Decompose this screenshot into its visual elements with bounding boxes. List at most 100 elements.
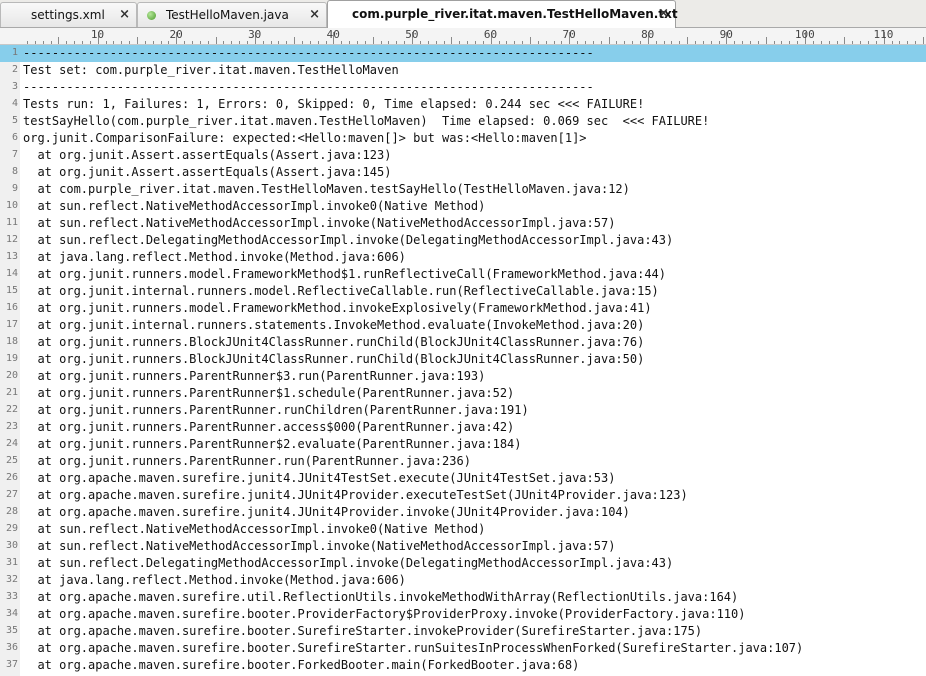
code-line[interactable]: 28 at org.apache.maven.surefire.junit4.J… bbox=[0, 504, 926, 521]
line-number: 34 bbox=[5, 608, 18, 619]
code-line[interactable]: 14 at org.junit.runners.model.FrameworkM… bbox=[0, 266, 926, 283]
code-line[interactable]: 12 at sun.reflect.DelegatingMethodAccess… bbox=[0, 232, 926, 249]
code-line[interactable]: 29 at sun.reflect.NativeMethodAccessorIm… bbox=[0, 521, 926, 538]
ruler-tick bbox=[207, 41, 209, 44]
code-line[interactable]: 9 at com.purple_river.itat.maven.TestHel… bbox=[0, 181, 926, 198]
ruler-tick bbox=[734, 41, 736, 44]
code-line[interactable]: 2 Test set: com.purple_river.itat.maven.T… bbox=[0, 62, 926, 79]
code-line[interactable]: 5 testSayHello(com.purple_river.itat.mave… bbox=[0, 113, 926, 130]
tab-settings-xml[interactable]: settings.xml × bbox=[0, 2, 137, 27]
line-number: 1 bbox=[11, 47, 18, 58]
ruler-tick bbox=[514, 41, 516, 44]
ruler-tick bbox=[860, 41, 862, 44]
tab-testhellomaven-txt[interactable]: com.purple_river.itat.maven.TestHelloMav… bbox=[327, 0, 678, 28]
ruler-tick bbox=[577, 41, 579, 44]
line-number: 19 bbox=[5, 353, 18, 364]
code-line[interactable]: 20 at org.junit.runners.ParentRunner$3.r… bbox=[0, 368, 926, 385]
line-text: at org.apache.maven.surefire.junit4.JUni… bbox=[23, 488, 688, 502]
line-number: 28 bbox=[5, 506, 18, 517]
code-line[interactable]: 22 at org.junit.runners.ParentRunner.run… bbox=[0, 402, 926, 419]
code-line[interactable]: 32 at java.lang.reflect.Method.invoke(Me… bbox=[0, 572, 926, 589]
ruler-tick bbox=[506, 41, 508, 44]
code-line[interactable]: 16 at org.junit.runners.model.FrameworkM… bbox=[0, 300, 926, 317]
line-text: at org.apache.maven.surefire.booter.Fork… bbox=[23, 658, 580, 672]
line-text: Test set: com.purple_river.itat.maven.Te… bbox=[23, 63, 399, 77]
line-text: at org.junit.runners.model.FrameworkMeth… bbox=[23, 301, 652, 315]
line-number: 18 bbox=[5, 336, 18, 347]
ruler-tick bbox=[42, 41, 44, 44]
ruler-tick bbox=[184, 41, 186, 44]
line-number: 4 bbox=[11, 98, 18, 109]
code-line[interactable]: 15 at org.junit.internal.runners.model.R… bbox=[0, 283, 926, 300]
code-line[interactable]: 27 at org.apache.maven.surefire.junit4.J… bbox=[0, 487, 926, 504]
code-line[interactable]: 35 at org.apache.maven.surefire.booter.S… bbox=[0, 623, 926, 640]
line-text: at org.apache.maven.surefire.junit4.JUni… bbox=[23, 505, 630, 519]
current-line[interactable]: 1 ---------------------------------------… bbox=[0, 45, 926, 62]
code-line[interactable]: 3 ---------------------------------------… bbox=[0, 79, 926, 96]
code-line[interactable]: 36 at org.apache.maven.surefire.booter.S… bbox=[0, 640, 926, 657]
ruler-tick bbox=[592, 41, 594, 44]
close-icon[interactable]: × bbox=[119, 7, 130, 22]
code-line[interactable]: 24 at org.junit.runners.ParentRunner$2.e… bbox=[0, 436, 926, 453]
line-text: at org.junit.runners.ParentRunner.runChi… bbox=[23, 403, 529, 417]
code-line[interactable]: 11 at sun.reflect.NativeMethodAccessorIm… bbox=[0, 215, 926, 232]
line-number: 30 bbox=[5, 540, 18, 551]
ruler-tick bbox=[341, 41, 343, 44]
ruler-tick bbox=[294, 37, 296, 44]
line-number: 23 bbox=[5, 421, 18, 432]
code-line[interactable]: 17 at org.junit.internal.runners.stateme… bbox=[0, 317, 926, 334]
code-line[interactable]: 25 at org.junit.runners.ParentRunner.run… bbox=[0, 453, 926, 470]
ruler-tick bbox=[820, 41, 822, 44]
line-number: 25 bbox=[5, 455, 18, 466]
ruler-tick bbox=[152, 41, 154, 44]
line-text: at org.junit.Assert.assertEquals(Assert.… bbox=[23, 165, 392, 179]
line-number: 27 bbox=[5, 489, 18, 500]
code-line[interactable]: 7 at org.junit.Assert.assertEquals(Asser… bbox=[0, 147, 926, 164]
code-line[interactable]: 26 at org.apache.maven.surefire.junit4.J… bbox=[0, 470, 926, 487]
ruler-tick bbox=[380, 41, 382, 44]
code-line[interactable]: 6 org.junit.ComparisonFailure: expected:<… bbox=[0, 130, 926, 147]
tab-label: com.purple_river.itat.maven.TestHelloMav… bbox=[352, 7, 678, 21]
ruler-tick bbox=[372, 37, 374, 44]
code-line[interactable]: 18 at org.junit.runners.BlockJUnit4Class… bbox=[0, 334, 926, 351]
close-icon[interactable]: × bbox=[309, 7, 320, 22]
ruler-tick bbox=[286, 41, 288, 44]
ruler-tick bbox=[404, 41, 406, 44]
code-line[interactable]: 33 at org.apache.maven.surefire.util.Ref… bbox=[0, 589, 926, 606]
code-line[interactable]: 34 at org.apache.maven.surefire.booter.P… bbox=[0, 606, 926, 623]
ruler-tick bbox=[113, 41, 115, 44]
code-line[interactable]: 30 at sun.reflect.NativeMethodAccessorIm… bbox=[0, 538, 926, 555]
line-number: 35 bbox=[5, 625, 18, 636]
ruler-tick bbox=[702, 41, 704, 44]
ruler-tick bbox=[655, 41, 657, 44]
code-line[interactable]: 37 at org.apache.maven.surefire.booter.F… bbox=[0, 657, 926, 674]
ruler-label: 100 bbox=[794, 28, 815, 41]
line-text: at org.junit.internal.runners.statements… bbox=[23, 318, 645, 332]
line-number: 8 bbox=[11, 166, 18, 177]
ruler-tick bbox=[750, 41, 752, 44]
code-line[interactable]: 23 at org.junit.runners.ParentRunner.acc… bbox=[0, 419, 926, 436]
ruler-label: 80 bbox=[641, 28, 655, 41]
code-line[interactable]: 21 at org.junit.runners.ParentRunner$1.s… bbox=[0, 385, 926, 402]
tab-label: settings.xml bbox=[31, 8, 105, 22]
ruler-tick bbox=[742, 41, 744, 44]
ruler-tick bbox=[396, 41, 398, 44]
code-line[interactable]: 10 at sun.reflect.NativeMethodAccessorIm… bbox=[0, 198, 926, 215]
ruler-tick bbox=[522, 41, 524, 44]
text-editor[interactable]: 1 ---------------------------------------… bbox=[0, 45, 926, 676]
ruler-tick bbox=[58, 37, 60, 44]
tab-bar: settings.xml × TestHelloMaven.java × com… bbox=[0, 0, 926, 28]
ruler-tick bbox=[349, 41, 351, 44]
tab-testhellomaven-java[interactable]: TestHelloMaven.java × bbox=[137, 2, 327, 27]
ruler-tick bbox=[270, 41, 272, 44]
code-line[interactable]: 8 at org.junit.Assert.assertEquals(Asser… bbox=[0, 164, 926, 181]
code-line[interactable]: 19 at org.junit.runners.BlockJUnit4Class… bbox=[0, 351, 926, 368]
ruler-tick bbox=[262, 41, 264, 44]
line-text: at sun.reflect.DelegatingMethodAccessorI… bbox=[23, 233, 674, 247]
line-text: at org.junit.Assert.assertEquals(Assert.… bbox=[23, 148, 392, 162]
close-icon[interactable]: × bbox=[658, 6, 669, 21]
code-line[interactable]: 31 at sun.reflect.DelegatingMethodAccess… bbox=[0, 555, 926, 572]
code-line[interactable]: 4 Tests run: 1, Failures: 1, Errors: 0, S… bbox=[0, 96, 926, 113]
ruler-tick bbox=[191, 41, 193, 44]
code-line[interactable]: 13 at java.lang.reflect.Method.invoke(Me… bbox=[0, 249, 926, 266]
